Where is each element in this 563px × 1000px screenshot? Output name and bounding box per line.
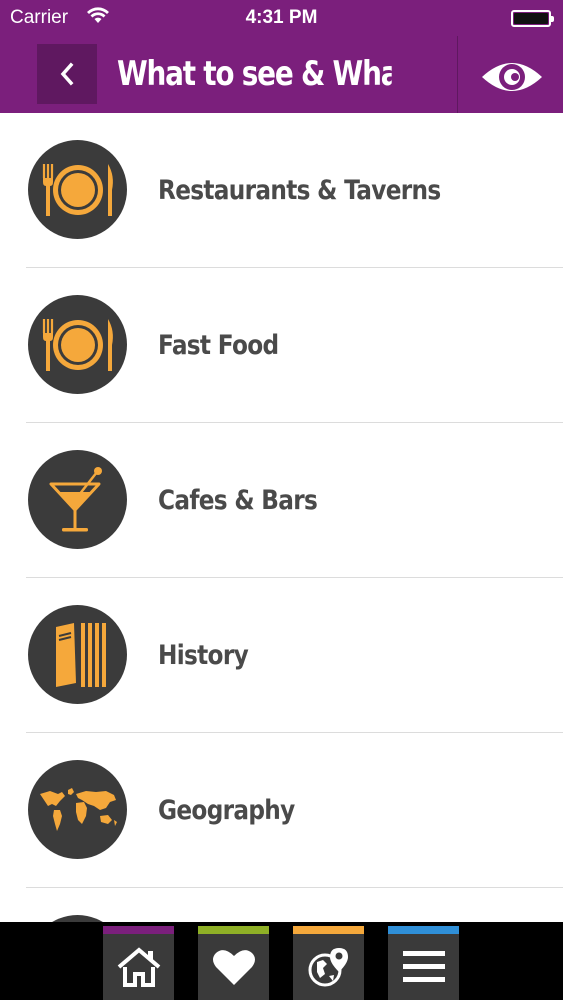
tab-home[interactable] (103, 926, 174, 1000)
icon-circle (28, 140, 127, 239)
chevron-left-icon (60, 62, 74, 86)
world-map-icon (39, 787, 117, 831)
list-item-label: Fast Food (158, 330, 279, 361)
books-icon (55, 622, 106, 687)
tab-map[interactable] (293, 926, 364, 1000)
icon-circle (28, 760, 127, 859)
status-bar: Carrier 4:31 PM (0, 0, 563, 36)
list-item-restaurants[interactable]: Restaurants & Taverns (0, 113, 563, 268)
list-item-cafes-bars[interactable]: Cafes & Bars (0, 423, 563, 578)
tab-favorites[interactable] (198, 926, 269, 1000)
plate-cutlery-icon (42, 318, 113, 371)
header-divider (457, 36, 458, 113)
cocktail-glass-icon (49, 466, 102, 531)
page-title: What to see & What t... (117, 54, 392, 94)
list-item-geography[interactable]: Geography (0, 733, 563, 888)
list-item-label: Cafes & Bars (158, 485, 318, 516)
icon-circle (28, 605, 127, 704)
heart-icon (212, 950, 255, 985)
globe-pin-icon (308, 948, 348, 987)
category-list: Restaurants & Taverns Fast Food Cafes & … (0, 113, 563, 922)
icon-circle (28, 450, 127, 549)
tab-accent (103, 926, 174, 934)
back-button[interactable] (37, 44, 97, 104)
list-item-partial[interactable] (0, 888, 563, 922)
tab-accent (388, 926, 459, 934)
tab-menu[interactable] (388, 926, 459, 1000)
plate-cutlery-icon (42, 163, 113, 216)
icon-circle (28, 915, 127, 922)
tab-accent (293, 926, 364, 934)
view-toggle-button[interactable] (460, 40, 563, 113)
icon-circle (28, 295, 127, 394)
menu-icon (402, 951, 445, 982)
eye-icon (481, 62, 542, 91)
home-icon (117, 947, 160, 987)
list-item-label: History (158, 640, 249, 671)
list-item-fast-food[interactable]: Fast Food (0, 268, 563, 423)
list-item-label: Geography (158, 795, 295, 826)
tab-accent (198, 926, 269, 934)
list-item-label: Restaurants & Taverns (158, 175, 441, 206)
bottom-tab-bar (0, 922, 563, 1000)
list-item-history[interactable]: History (0, 578, 563, 733)
battery-icon (511, 10, 554, 27)
header: Carrier 4:31 PM What to see & What t... (0, 0, 563, 113)
clock-label: 4:31 PM (245, 7, 318, 28)
